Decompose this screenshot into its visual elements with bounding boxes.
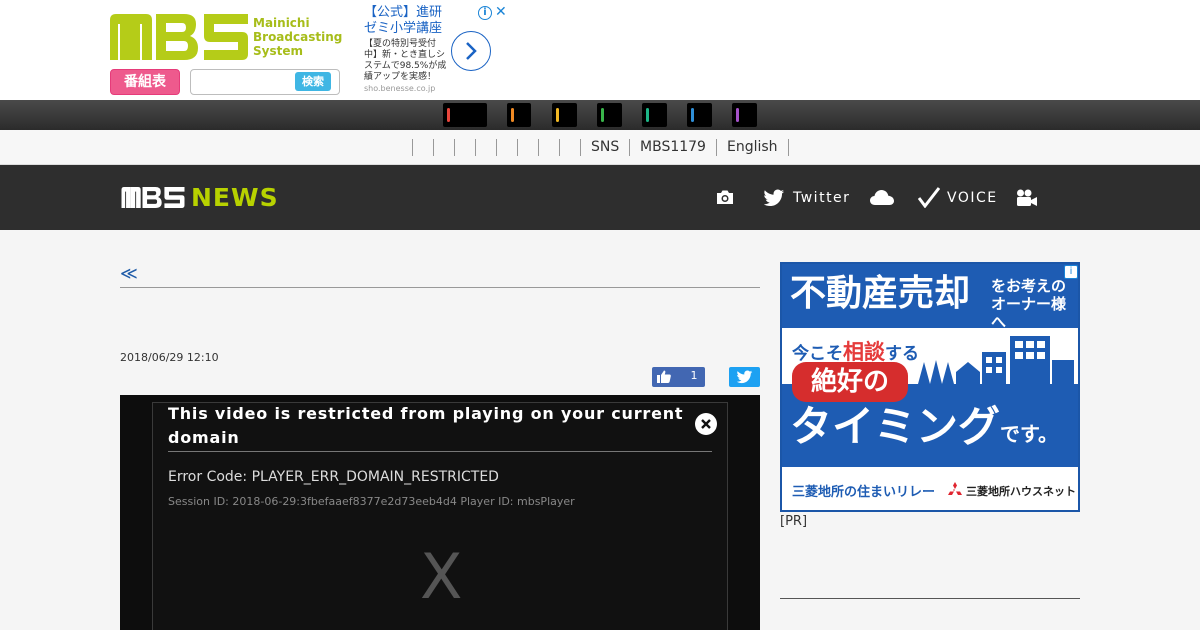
ad-headline: 不動産売却 xyxy=(790,273,971,314)
ad-line2-bold: 相談 xyxy=(843,340,885,364)
chevron-right-icon xyxy=(466,42,477,60)
channel-marker xyxy=(601,108,604,122)
ad-headline-tail-line: をお考えの xyxy=(991,277,1067,295)
breadcrumb-label: ≪ xyxy=(120,264,138,284)
player-error-code: Error Code: PLAYER_ERR_DOMAIN_RESTRICTED xyxy=(168,469,499,485)
channel-marker xyxy=(736,108,739,122)
logo-sub-line: System xyxy=(253,44,303,58)
ad-headline-tail: をお考えの オーナー様へ xyxy=(991,277,1078,331)
ad-url[interactable]: sho.benesse.co.jp xyxy=(364,84,435,93)
buildings-illustration xyxy=(918,336,1074,384)
ad-headline-tail-line: オーナー様へ xyxy=(991,295,1067,331)
nav-separator xyxy=(475,139,476,156)
player-error-x-mark: X xyxy=(420,540,463,613)
ad-pill: 絶好の xyxy=(792,362,908,402)
mitsubishi-logo-icon xyxy=(948,482,962,495)
close-icon[interactable] xyxy=(695,413,717,435)
nav-separator xyxy=(580,139,581,156)
twitter-icon[interactable] xyxy=(764,189,785,207)
ad-footer-right: 三菱地所ハウスネット xyxy=(966,485,1076,498)
sidebar-ad-banner[interactable]: 不動産売却 をお考えの オーナー様へ 今こそ相談する 絶好の タイミングです。 xyxy=(780,262,1080,512)
ad-line2-post: する xyxy=(885,344,919,364)
camera-icon[interactable] xyxy=(715,189,735,205)
channel-marker xyxy=(691,108,694,122)
nav-voice-label[interactable]: VOICE xyxy=(947,187,998,209)
nav-separator xyxy=(412,139,413,156)
nav-separator xyxy=(454,139,455,156)
video-camera-icon[interactable] xyxy=(1016,189,1038,207)
ad-big-text: タイミングです。 xyxy=(790,400,1058,461)
player-session-info: Session ID: 2018-06-29:3fbefaaef8377e2d7… xyxy=(168,495,575,508)
ad-big-suffix: です。 xyxy=(1000,422,1059,446)
ad-footer-left: 三菱地所の住まいリレー xyxy=(792,485,936,500)
twitter-icon xyxy=(737,370,753,384)
nav-twitter-label[interactable]: Twitter xyxy=(793,187,850,209)
nav-separator xyxy=(517,139,518,156)
channel-marker xyxy=(447,108,450,122)
ad-line2-pre: 今こそ xyxy=(792,344,843,364)
logo-sub-line: Mainichi xyxy=(253,16,310,30)
ad-next-arrow-button[interactable] xyxy=(451,31,491,71)
thumbs-up-icon xyxy=(657,370,671,383)
channel-tab[interactable] xyxy=(642,103,667,127)
like-count: 1 xyxy=(690,369,698,382)
article-date: 2018/06/29 12:10 xyxy=(120,351,219,364)
mbs-logo[interactable] xyxy=(110,14,248,60)
checkmark-icon[interactable] xyxy=(918,187,940,208)
program-guide-button[interactable]: 番組表 xyxy=(110,69,180,95)
nav-separator xyxy=(538,139,539,156)
logo-subtitle: Mainichi Broadcasting System xyxy=(253,16,342,58)
mbs-news-logo[interactable] xyxy=(120,187,186,208)
sub-navigation: SNS MBS1179 English xyxy=(0,130,1200,165)
channel-tab[interactable] xyxy=(687,103,712,127)
channel-tab[interactable] xyxy=(597,103,622,127)
channel-tab[interactable] xyxy=(507,103,531,127)
sidebar-heading-divider xyxy=(780,598,1080,599)
logo-sub-line: Broadcasting xyxy=(253,30,343,44)
ad-info-icon[interactable]: i xyxy=(1064,265,1078,279)
nav-separator xyxy=(496,139,497,156)
breadcrumb-back-link[interactable]: ≪ xyxy=(120,264,138,284)
nav-separator xyxy=(788,139,789,156)
channel-marker xyxy=(646,108,649,122)
nav-separator xyxy=(716,139,717,156)
breadcrumb-divider xyxy=(120,287,760,288)
player-error-divider xyxy=(168,451,712,452)
nav-link-sns[interactable]: SNS xyxy=(591,139,619,156)
channel-marker xyxy=(511,108,514,122)
ad-close-icon[interactable]: ✕ xyxy=(495,4,507,20)
nav-separator xyxy=(559,139,560,156)
ad-title[interactable]: 【公式】進研ゼミ小学講座 xyxy=(364,5,454,37)
player-error-title: This video is restricted from playing on… xyxy=(168,404,684,447)
ad-body[interactable]: 【夏の特別号受付中】新・とき直しシステムで98.5%が成績アップを実感！ xyxy=(364,39,448,83)
nav-link-mbs1179[interactable]: MBS1179 xyxy=(640,139,706,156)
nav-link-english[interactable]: English xyxy=(727,139,778,156)
ad-big-word: タイミング xyxy=(790,402,1001,451)
ad-info-icon[interactable]: i xyxy=(478,6,492,20)
channel-marker xyxy=(556,108,559,122)
channel-tab[interactable] xyxy=(552,103,577,127)
nav-separator xyxy=(433,139,434,156)
channel-tab[interactable] xyxy=(732,103,757,127)
tweet-button[interactable] xyxy=(729,367,760,387)
news-logo-word[interactable]: NEWS xyxy=(191,183,279,212)
nav-separator xyxy=(629,139,630,156)
cloud-icon[interactable] xyxy=(870,190,894,205)
search-button[interactable]: 検索 xyxy=(295,72,331,91)
pr-label: [PR] xyxy=(780,514,808,529)
channel-tab[interactable] xyxy=(443,103,487,127)
